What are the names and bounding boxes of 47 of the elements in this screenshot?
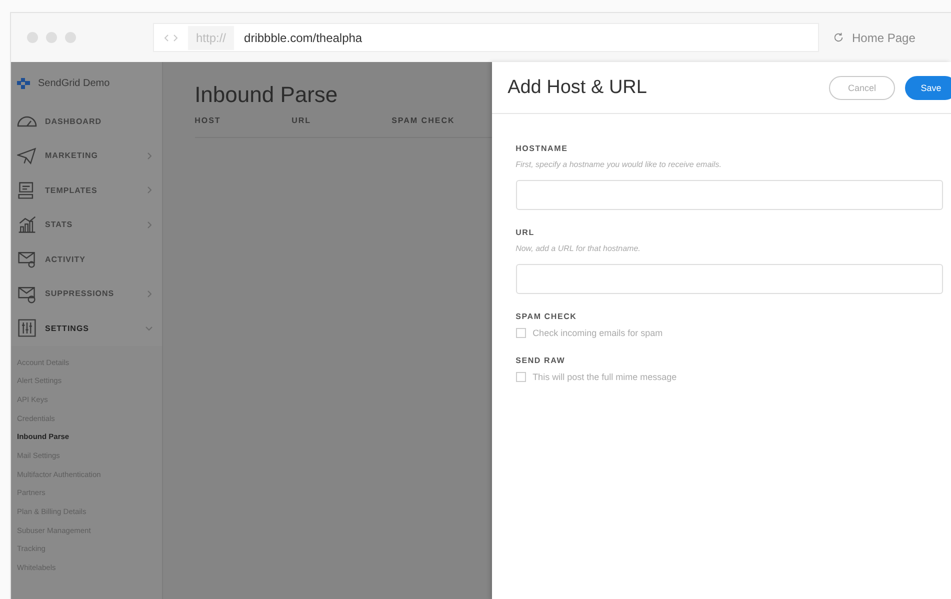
reload-icon[interactable]: [833, 32, 844, 43]
save-button[interactable]: Save: [905, 76, 951, 100]
url-protocol: http://: [188, 26, 234, 50]
logo-icon: [17, 78, 30, 88]
back-forward-icon[interactable]: [164, 34, 178, 42]
nav-item[interactable]: SUPPRESSIONS: [11, 276, 162, 311]
window-control[interactable]: [65, 32, 76, 43]
account-name: SendGrid Demo: [38, 78, 110, 88]
nav-item[interactable]: MARKETING: [11, 138, 162, 173]
chevron-icon[interactable]: [144, 186, 153, 194]
cancel-button[interactable]: Cancel: [829, 76, 895, 100]
address-bar[interactable]: http:// dribbble.com/thealpha: [153, 23, 819, 52]
window-control[interactable]: [27, 32, 38, 43]
chevron-icon[interactable]: [144, 220, 153, 229]
panel-title: Add Host & URL: [508, 76, 647, 98]
nav-item[interactable]: SETTINGS: [11, 311, 162, 346]
column-header: SPAM CHECK: [392, 116, 456, 125]
checkbox-label[interactable]: This will post the full mime message: [532, 372, 677, 382]
field-label: SEND RAW: [516, 356, 566, 365]
chevron-icon[interactable]: [144, 324, 153, 332]
column-header: URL: [292, 116, 312, 125]
page-title: Inbound Parse: [194, 82, 339, 108]
bar-chart-icon: [17, 214, 37, 235]
field-label: URL: [516, 228, 536, 237]
home-page-link[interactable]: Home Page: [852, 30, 916, 44]
field-label: HOSTNAME: [516, 144, 569, 153]
column-header: HOST: [194, 116, 222, 125]
checkbox[interactable]: [516, 328, 526, 338]
sliders-icon: [17, 318, 37, 338]
nav-item[interactable]: DASHBOARD: [11, 104, 162, 138]
input-field[interactable]: [516, 180, 943, 210]
checkbox-label[interactable]: Check incoming emails for spam: [532, 328, 663, 338]
chevron-icon[interactable]: [144, 290, 153, 298]
nav-item[interactable]: TEMPLATES: [11, 173, 162, 208]
chevron-icon[interactable]: [144, 152, 153, 160]
window-control[interactable]: [46, 32, 57, 43]
gauge-icon: [17, 116, 37, 127]
nav-item[interactable]: STATS: [11, 208, 162, 242]
field-hint: First, specify a hostname you would like to receive emails.: [516, 160, 722, 169]
url-text: dribbble.com/thealpha: [244, 30, 362, 44]
envelope-search-icon: [17, 249, 37, 270]
field-label: SPAM CHECK: [516, 312, 578, 321]
input-field[interactable]: [516, 264, 943, 294]
field-hint: Now, add a URL for that hostname.: [516, 244, 642, 253]
checkbox[interactable]: [516, 372, 526, 382]
paper-plane-icon: [17, 146, 37, 166]
nav-item[interactable]: ACTIVITY: [11, 242, 162, 276]
